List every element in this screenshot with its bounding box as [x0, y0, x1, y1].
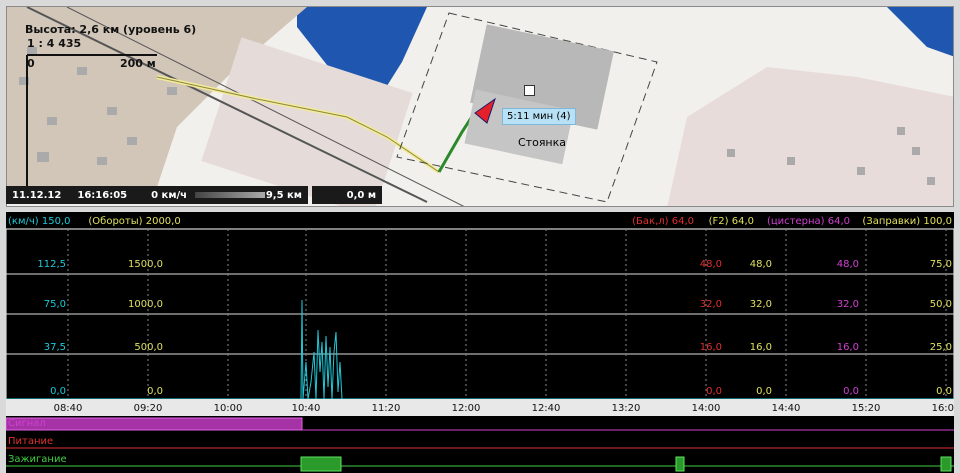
- y-tick-label-speed: 75,0: [44, 299, 66, 310]
- speed-gauge: [195, 192, 266, 198]
- y-tick-label-speed: 0,0: [50, 386, 66, 397]
- status-date: 11.12.12: [12, 189, 62, 201]
- status-distance: 9,5 км: [265, 189, 302, 201]
- y-tick-label-cistern: 48,0: [837, 259, 859, 270]
- lane-label: Питание: [8, 436, 53, 447]
- ignition-bar: [675, 456, 685, 472]
- y-tick-label-rpm: 1000,0: [128, 299, 163, 310]
- y-tick-label-speed: 37,5: [44, 342, 66, 353]
- x-tick-label: 14:00: [692, 403, 721, 414]
- sensor-graph[interactable]: (км/ч) 150,0 (Обороты) 2000,0 (Заправки) 1…: [6, 212, 954, 473]
- map-scale-label: 1 : 4 435: [27, 37, 82, 50]
- y-tick-label-refuel: 25,0: [930, 342, 952, 353]
- status-time: 16:16:05: [77, 189, 128, 201]
- y-tick-label-rpm: 1500,0: [128, 259, 163, 270]
- y-tick-label-rpm: 0,0: [147, 386, 163, 397]
- status-speed: 0 км/ч: [151, 189, 188, 201]
- y-tick-label-refuel: 0,0: [936, 386, 952, 397]
- status-distance2: 0,0 м: [312, 186, 382, 204]
- x-tick-label: 13:20: [612, 403, 641, 414]
- map-canvas[interactable]: [7, 7, 954, 207]
- x-tick-label: 14:40: [772, 403, 801, 414]
- x-tick-label: 09:20: [134, 403, 163, 414]
- legend-left-item: (Обороты) 2000,0: [88, 216, 180, 227]
- x-tick-label: 12:00: [452, 403, 481, 414]
- parking-icon: [524, 85, 535, 96]
- track-tooltip: 5:11 мин (4): [502, 108, 576, 125]
- urban-area: [667, 67, 953, 206]
- x-tick-label: 08:40: [54, 403, 83, 414]
- x-tick-label: 12:40: [532, 403, 561, 414]
- y-tick-label-cistern: 32,0: [837, 299, 859, 310]
- poi-label: Стоянка: [518, 136, 567, 149]
- x-tick-label: 11:20: [372, 403, 401, 414]
- legend-right-item: (цистерна) 64,0: [767, 216, 850, 227]
- map-height-label: Высота: 2,6 км (уровень 6): [25, 23, 197, 36]
- y-tick-label-cistern: 0,0: [843, 386, 859, 397]
- legend-left-item: (км/ч) 150,0: [8, 216, 70, 227]
- status-bar: 11.12.12 16:16:05 0 км/ч 9,5 км: [6, 186, 308, 204]
- y-tick-label-bak: 16,0: [700, 342, 722, 353]
- y-tick-label-speed: 112,5: [37, 259, 66, 270]
- y-tick-label-refuel: 75,0: [930, 259, 952, 270]
- lane-label: Зажигание: [8, 454, 67, 465]
- signal-bar: [6, 417, 303, 431]
- y-tick-label-bak: 48,0: [700, 259, 722, 270]
- scale-200-label: 200 м: [120, 57, 156, 70]
- scale-zero-label: 0: [27, 57, 35, 70]
- graph-canvas[interactable]: (км/ч) 150,0 (Обороты) 2000,0 (Заправки) 1…: [6, 212, 954, 473]
- y-tick-label-f2: 48,0: [750, 259, 772, 270]
- y-tick-label-f2: 0,0: [756, 386, 772, 397]
- map-view[interactable]: Высота: 2,6 км (уровень 6) 1 : 4 435 0 2…: [6, 6, 954, 207]
- ignition-bar: [300, 456, 342, 472]
- y-tick-label-rpm: 500,0: [134, 342, 163, 353]
- y-tick-label-cistern: 16,0: [837, 342, 859, 353]
- legend-right-item: (Бак,л) 64,0: [632, 216, 694, 227]
- legend-right-item: (F2) 64,0: [709, 216, 754, 227]
- legend-right-item: (Заправки) 100,0: [862, 216, 952, 227]
- y-tick-label-bak: 0,0: [706, 386, 722, 397]
- y-tick-label-f2: 16,0: [750, 342, 772, 353]
- ignition-bar: [940, 456, 952, 472]
- y-tick-label-refuel: 50,0: [930, 299, 952, 310]
- x-tick-label: 16:00: [932, 403, 954, 414]
- y-tick-label-f2: 32,0: [750, 299, 772, 310]
- x-tick-label: 15:20: [852, 403, 881, 414]
- y-tick-label-bak: 32,0: [700, 299, 722, 310]
- water-area: [887, 7, 953, 57]
- x-tick-label: 10:00: [214, 403, 243, 414]
- x-tick-label: 10:40: [292, 403, 321, 414]
